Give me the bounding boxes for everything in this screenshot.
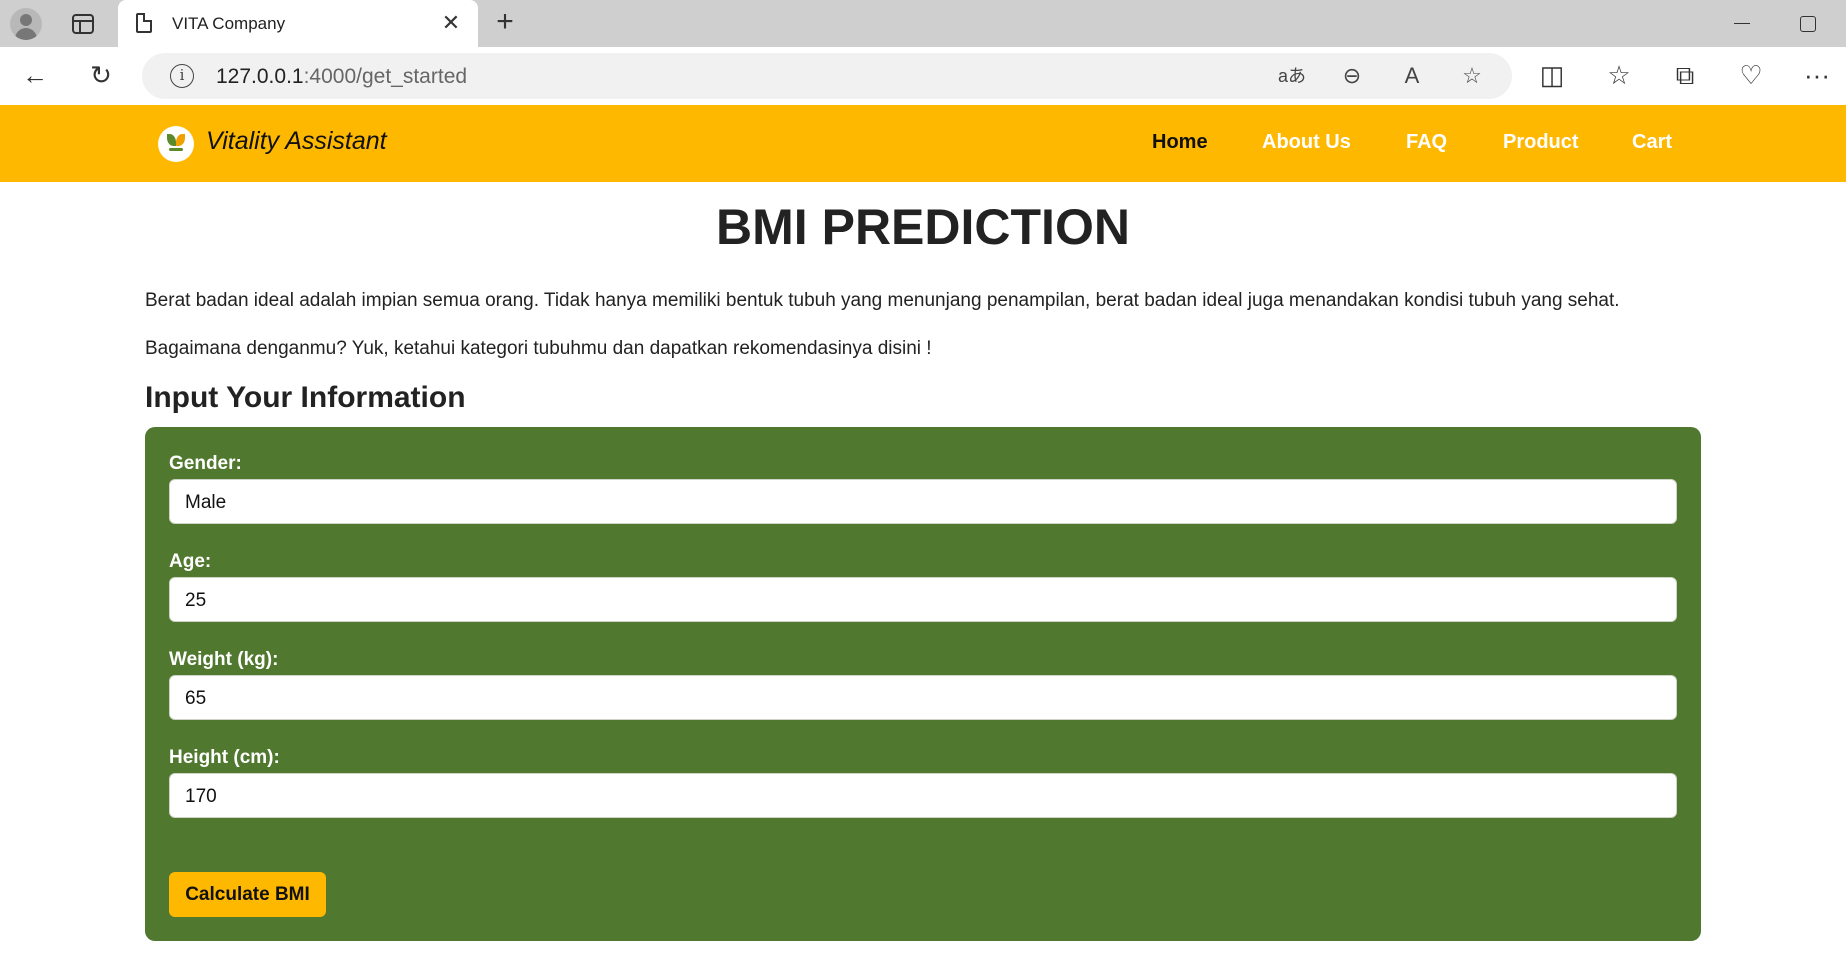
minimize-window-icon[interactable] (1730, 12, 1754, 36)
age-label: Age: (169, 551, 212, 572)
calculate-bmi-button[interactable]: Calculate BMI (169, 872, 326, 917)
weight-label: Weight (kg): (169, 649, 279, 670)
split-screen-icon[interactable]: ◫ (1532, 55, 1572, 95)
weight-input[interactable]: 65 (169, 675, 1677, 720)
new-tab-button[interactable]: + (490, 7, 520, 38)
nav-link-about-us[interactable]: About Us (1262, 131, 1351, 154)
browser-health-icon[interactable]: ♡ (1731, 55, 1771, 95)
nav-link-home[interactable]: Home (1152, 131, 1208, 154)
zoom-out-icon[interactable]: ⊖ (1336, 60, 1368, 92)
reload-icon[interactable]: ↻ (81, 55, 121, 95)
collections-icon[interactable]: ⧉ (1665, 55, 1705, 95)
intro-paragraph-1: Berat badan ideal adalah impian semua or… (145, 290, 1620, 311)
url-text[interactable]: 127.0.0.1:4000/get_started (216, 65, 467, 89)
nav-link-product[interactable]: Product (1503, 131, 1579, 154)
restore-window-icon[interactable] (1800, 16, 1816, 32)
page-title: BMI PREDICTION (716, 199, 1130, 255)
height-label: Height (cm): (169, 747, 280, 768)
tab-actions-icon[interactable] (72, 14, 94, 34)
back-icon[interactable]: ← (15, 55, 55, 95)
age-input[interactable]: 25 (169, 577, 1677, 622)
browser-tab[interactable]: VITA Company ✕ (118, 0, 478, 47)
url-path: :4000/get_started (303, 65, 468, 88)
browser-toolbar: ← ↻ i 127.0.0.1:4000/get_started aあ ⊖ A … (0, 47, 1846, 105)
site-navbar: Vitality Assistant Home About Us FAQ Pro… (0, 105, 1846, 182)
translate-icon[interactable]: aあ (1276, 60, 1308, 92)
nav-link-cart[interactable]: Cart (1632, 131, 1672, 154)
gender-select[interactable]: Male (169, 479, 1677, 524)
brand-logo[interactable] (158, 126, 194, 162)
brand-name[interactable]: Vitality Assistant (206, 127, 387, 156)
address-bar[interactable]: i 127.0.0.1:4000/get_started aあ ⊖ A ☆ (142, 53, 1512, 99)
favorites-icon[interactable]: ☆ (1599, 55, 1639, 95)
browser-tab-bar: VITA Company ✕ + (0, 0, 1846, 47)
page-icon (136, 13, 152, 33)
add-favorite-icon[interactable]: ☆ (1456, 60, 1488, 92)
url-host: 127.0.0.1 (216, 65, 304, 88)
site-info-icon[interactable]: i (170, 64, 194, 88)
read-aloud-icon[interactable]: A (1396, 60, 1428, 92)
nav-link-faq[interactable]: FAQ (1406, 131, 1447, 154)
gender-label: Gender: (169, 453, 242, 474)
bmi-form: Gender: Male Age: 25 Weight (kg): 65 Hei… (145, 427, 1701, 941)
intro-paragraph-2: Bagaimana denganmu? Yuk, ketahui kategor… (145, 338, 932, 359)
close-tab-icon[interactable]: ✕ (438, 10, 464, 36)
height-input[interactable]: 170 (169, 773, 1677, 818)
profile-icon[interactable] (10, 8, 42, 40)
tab-title: VITA Company (172, 14, 286, 33)
settings-menu-icon[interactable]: ··· (1797, 55, 1837, 95)
section-heading: Input Your Information (145, 381, 466, 414)
